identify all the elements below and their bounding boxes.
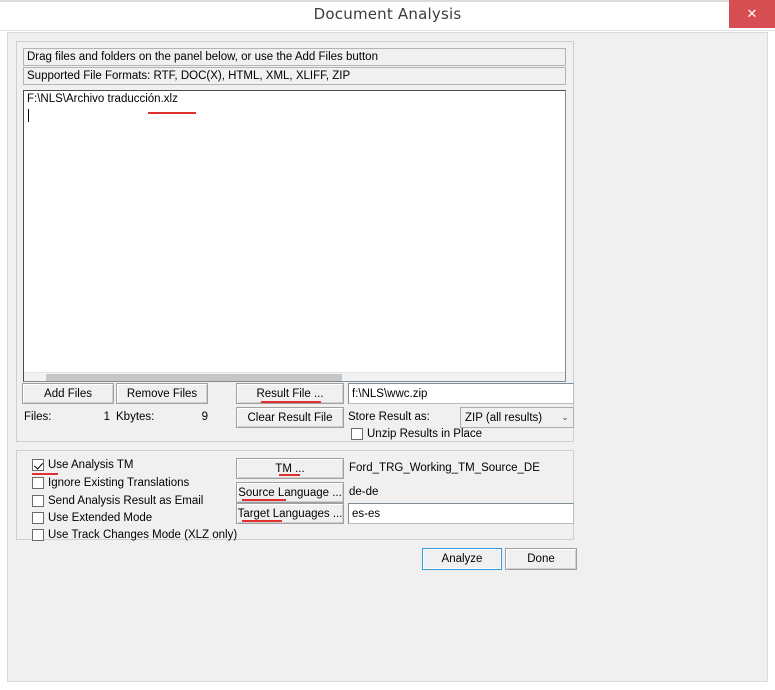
use-track-changes-mode-checkbox[interactable]: Use Track Changes Mode (XLZ only) — [32, 529, 237, 541]
annotation-underline-tm — [279, 474, 300, 476]
unzip-results-in-place-checkbox[interactable]: Unzip Results in Place — [351, 428, 482, 440]
files-count-label: Files: — [24, 411, 52, 423]
add-files-button[interactable]: Add Files — [22, 383, 114, 404]
ignore-existing-translations-label: Ignore Existing Translations — [48, 477, 190, 489]
file-list-horizontal-scrollbar[interactable] — [24, 372, 565, 381]
title-bar: Document Analysis ✕ — [0, 0, 775, 31]
send-analysis-result-as-email-label: Send Analysis Result as Email — [48, 495, 204, 507]
files-group-panel: Drag files and folders on the panel belo… — [16, 41, 574, 442]
analyze-button[interactable]: Analyze — [422, 548, 502, 570]
annotation-underline-result-file — [261, 401, 321, 403]
checkbox-box — [32, 512, 44, 524]
result-file-input[interactable] — [348, 383, 574, 404]
target-languages-input[interactable] — [348, 503, 574, 524]
checkbox-box — [351, 428, 363, 440]
store-result-as-value: ZIP (all results) — [465, 411, 543, 424]
file-list-item[interactable]: F:\NLS\Archivo traducción.xlz — [27, 93, 178, 105]
use-extended-mode-checkbox[interactable]: Use Extended Mode — [32, 512, 152, 524]
file-list[interactable]: F:\NLS\Archivo traducción.xlz — [23, 90, 566, 382]
use-analysis-tm-label: Use Analysis TM — [48, 459, 134, 471]
remove-files-button[interactable]: Remove Files — [116, 383, 208, 404]
close-button[interactable]: ✕ — [729, 0, 775, 28]
kbytes-label: Kbytes: — [116, 411, 155, 423]
unzip-results-in-place-label: Unzip Results in Place — [367, 428, 483, 440]
ignore-existing-translations-checkbox[interactable]: Ignore Existing Translations — [32, 477, 189, 489]
chevron-down-icon: ⌄ — [561, 412, 569, 423]
use-extended-mode-label: Use Extended Mode — [48, 512, 153, 524]
source-language-value: de-de — [349, 486, 379, 498]
annotation-underline-use-analysis-tm — [32, 473, 58, 475]
drag-files-hint: Drag files and folders on the panel belo… — [23, 48, 566, 66]
send-analysis-result-as-email-checkbox[interactable]: Send Analysis Result as Email — [32, 495, 203, 507]
checkbox-box — [32, 477, 44, 489]
store-result-as-label: Store Result as: — [348, 411, 430, 423]
title-bar-top-edge — [0, 0, 775, 2]
checkbox-box-checked — [32, 459, 44, 471]
done-button[interactable]: Done — [505, 548, 577, 570]
use-analysis-tm-checkbox[interactable]: Use Analysis TM — [32, 459, 133, 471]
dialog-body: Drag files and folders on the panel belo… — [7, 32, 768, 682]
analyze-button-label: Analyze — [441, 553, 483, 565]
window-title: Document Analysis — [313, 5, 462, 23]
store-result-as-dropdown[interactable]: ZIP (all results) ⌄ — [460, 407, 574, 428]
document-analysis-window: Document Analysis ✕ Drag files and folde… — [0, 0, 775, 690]
close-icon: ✕ — [746, 6, 758, 22]
use-track-changes-mode-label: Use Track Changes Mode (XLZ only) — [48, 529, 238, 541]
annotation-underline-target-languages — [242, 520, 282, 522]
annotation-underline-file-extension — [148, 112, 196, 114]
checkbox-box — [32, 529, 44, 541]
checkbox-box — [32, 495, 44, 507]
text-caret — [28, 109, 29, 122]
clear-result-file-button[interactable]: Clear Result File — [236, 407, 344, 428]
tm-name-value: Ford_TRG_Working_TM_Source_DE — [349, 462, 540, 474]
supported-formats-label: Supported File Formats: RTF, DOC(X), HTM… — [23, 67, 566, 85]
scrollbar-thumb[interactable] — [46, 374, 342, 381]
annotation-underline-source-language — [242, 499, 286, 501]
files-count-value: 1 — [103, 411, 110, 423]
kbytes-value: 9 — [201, 411, 208, 423]
